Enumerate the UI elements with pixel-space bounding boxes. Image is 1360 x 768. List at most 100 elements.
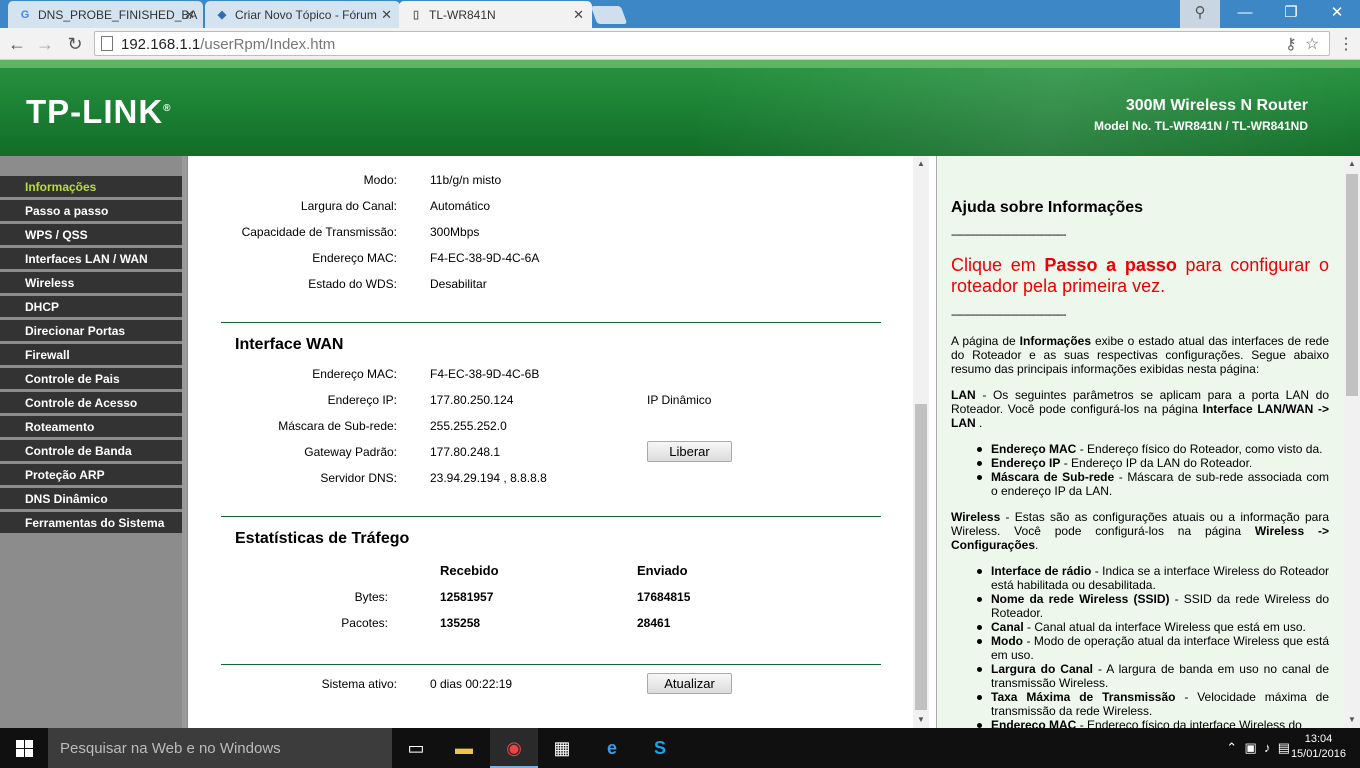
- label-uptime: Sistema ativo:: [321, 677, 397, 691]
- close-tab-icon[interactable]: ✕: [381, 7, 392, 23]
- key-icon[interactable]: ⚷: [1285, 34, 1297, 54]
- label-bytes: Bytes:: [354, 590, 388, 604]
- sidebar-item-dhcp[interactable]: DHCP: [0, 296, 182, 318]
- windows-taskbar: Pesquisar na Web e no Windows ▭ ▬ ◉ ▦ e …: [0, 728, 1360, 768]
- taskbar-search-input[interactable]: Pesquisar na Web e no Windows: [48, 728, 392, 768]
- sidebar-item-roteamento[interactable]: Roteamento: [0, 416, 182, 438]
- value-dns: 23.94.29.194 , 8.8.8.8: [430, 471, 547, 485]
- label-packets: Pacotes:: [341, 616, 388, 630]
- close-tab-icon[interactable]: ✕: [184, 7, 195, 23]
- help-scrollbar[interactable]: ▲ ▼: [1344, 156, 1360, 728]
- windows-start-icon[interactable]: [0, 728, 48, 768]
- minimize-button[interactable]: —: [1222, 0, 1268, 28]
- sidebar-item-interfaces-lan-wan[interactable]: Interfaces LAN / WAN: [0, 248, 182, 270]
- sidebar-item-controle-de-banda[interactable]: Controle de Banda: [0, 440, 182, 462]
- profile-icon[interactable]: ⚲: [1180, 0, 1220, 28]
- google-g-icon: G: [20, 8, 30, 21]
- divider: ----------------------------------------…: [951, 229, 1067, 241]
- help-panel: Ajuda sobre Informações ----------------…: [936, 156, 1344, 728]
- sidebar-item-ferramentas-do-sistema[interactable]: Ferramentas do Sistema: [0, 512, 182, 534]
- page-icon: ▯: [412, 8, 420, 21]
- system-tray: ⌃ ▣ ♪ ▤: [1226, 740, 1290, 756]
- list-item: Taxa Máxima de Transmissão - Velocidade …: [977, 690, 1330, 718]
- sidebar-item-protecao-arp[interactable]: Proteção ARP: [0, 464, 182, 486]
- help-intro: A página de Informações exibe o estado a…: [951, 334, 1330, 376]
- url-host: 192.168.1.1: [121, 36, 201, 53]
- close-tab-icon[interactable]: ✕: [573, 7, 584, 23]
- sidebar-item-direcionar-portas[interactable]: Direcionar Portas: [0, 320, 182, 342]
- divider: [221, 322, 881, 323]
- help-lan-list: Endereço MAC - Endereço físico do Rotead…: [977, 442, 1329, 498]
- network-icon[interactable]: ▣: [1244, 740, 1256, 755]
- value-largura-canal: Automático: [430, 199, 491, 213]
- label-largura-canal: Largura do Canal:: [300, 199, 397, 213]
- chrome-icon[interactable]: ◉: [490, 728, 538, 768]
- sidebar-item-wps-qss[interactable]: WPS / QSS: [0, 224, 182, 246]
- packets-received: 135258: [440, 616, 481, 630]
- help-title: Ajuda sobre Informações: [951, 199, 1144, 216]
- menu-icon[interactable]: ⋮: [1338, 34, 1354, 54]
- volume-icon[interactable]: ♪: [1264, 740, 1271, 755]
- sidebar-item-controle-de-pais[interactable]: Controle de Pais: [0, 368, 182, 390]
- list-item: Interface de rádio - Indica se a interfa…: [977, 564, 1330, 592]
- file-explorer-icon[interactable]: ▬: [440, 728, 488, 768]
- store-icon[interactable]: ▦: [538, 728, 586, 768]
- label-dns: Servidor DNS:: [320, 471, 397, 485]
- tab-tl-wr841n[interactable]: ▯ TL-WR841N ✕: [399, 1, 592, 28]
- divider: [221, 664, 881, 665]
- reload-icon[interactable]: ↻: [64, 33, 86, 55]
- bookmark-star-icon[interactable]: ☆: [1305, 34, 1319, 54]
- value-mac-wireless: F4-EC-38-9D-4C-6A: [430, 251, 540, 265]
- clock-time: 13:04: [1304, 733, 1333, 745]
- sidebar-item-controle-de-acesso[interactable]: Controle de Acesso: [0, 392, 182, 414]
- section-title-traffic: Estatísticas de Tráfego: [235, 530, 410, 547]
- value-mascara: 255.255.252.0: [430, 419, 507, 433]
- edge-icon[interactable]: e: [588, 728, 636, 768]
- url-input[interactable]: 192.168.1.1/userRpm/Index.htm ⚷ ☆: [94, 31, 1330, 56]
- sidebar-item-informacoes[interactable]: Informações: [0, 176, 182, 198]
- forum-icon: ◆: [217, 8, 227, 21]
- scrollbar-thumb[interactable]: [915, 404, 927, 710]
- notification-icon[interactable]: ▤: [1278, 740, 1290, 755]
- content-scrollbar[interactable]: ▲ ▼: [913, 156, 929, 728]
- sidebar-item-dns-dinamico[interactable]: DNS Dinâmico: [0, 488, 182, 510]
- close-window-button[interactable]: ✕: [1314, 0, 1360, 28]
- task-view-icon[interactable]: ▭: [392, 728, 440, 768]
- release-button[interactable]: Liberar: [647, 441, 732, 462]
- value-modo: 11b/g/n misto: [430, 173, 502, 187]
- model-number: Model No. TL-WR841N / TL-WR841ND: [1093, 119, 1308, 133]
- back-arrow-icon[interactable]: ←: [6, 33, 28, 55]
- scroll-down-icon[interactable]: ▼: [913, 712, 929, 728]
- browser-tab-bar: G DNS_PROBE_FINISHED_BA ✕ ◆ Criar Novo Tóp…: [0, 0, 1360, 28]
- value-uptime: 0 dias 00:22:19: [430, 677, 513, 691]
- value-ip-wan: 177.80.250.124: [430, 393, 514, 407]
- scroll-up-icon[interactable]: ▲: [913, 156, 929, 172]
- value-gateway: 177.80.248.1: [430, 445, 501, 459]
- quick-setup-link[interactable]: Passo a passo: [1044, 255, 1176, 275]
- tab-dns-probe[interactable]: G DNS_PROBE_FINISHED_BA ✕: [8, 1, 203, 28]
- refresh-button[interactable]: Atualizar: [647, 673, 732, 694]
- forward-arrow-icon[interactable]: →: [34, 33, 56, 55]
- taskbar-clock[interactable]: 13:04 15/01/2016: [1291, 732, 1346, 762]
- list-item: Endereço MAC - Endereço físico do Rotead…: [977, 442, 1329, 456]
- maximize-button[interactable]: ❐: [1268, 0, 1314, 28]
- address-toolbar: ← → ↻ 192.168.1.1/userRpm/Index.htm ⚷ ☆ …: [0, 28, 1360, 60]
- skype-icon[interactable]: S: [636, 728, 684, 768]
- chevron-up-icon[interactable]: ⌃: [1226, 740, 1237, 755]
- label-ip-wan: Endereço IP:: [327, 393, 397, 407]
- scrollbar-thumb[interactable]: [1346, 174, 1358, 396]
- tab-forum[interactable]: ◆ Criar Novo Tópico - Fórum ✕: [205, 1, 400, 28]
- scroll-up-icon[interactable]: ▲: [1344, 156, 1360, 172]
- scroll-down-icon[interactable]: ▼: [1344, 712, 1360, 728]
- sidebar-item-passo-a-passo[interactable]: Passo a passo: [0, 200, 182, 222]
- page-info-icon[interactable]: [101, 36, 113, 51]
- list-item: Endereço IP - Endereço IP da LAN do Rote…: [977, 456, 1329, 470]
- label-mac-wan: Endereço MAC:: [312, 367, 397, 381]
- sidebar-item-wireless[interactable]: Wireless: [0, 272, 182, 294]
- list-item: Endereço MAC - Endereço físico da interf…: [977, 718, 1329, 728]
- list-item: Largura do Canal - A largura de banda em…: [977, 662, 1329, 690]
- sidebar-item-firewall[interactable]: Firewall: [0, 344, 182, 366]
- router-sidebar: Informações Passo a passo WPS / QSS Inte…: [0, 156, 187, 728]
- status-content: Modo: 11b/g/n misto Largura do Canal: Au…: [187, 156, 932, 728]
- new-tab-button[interactable]: [590, 6, 628, 24]
